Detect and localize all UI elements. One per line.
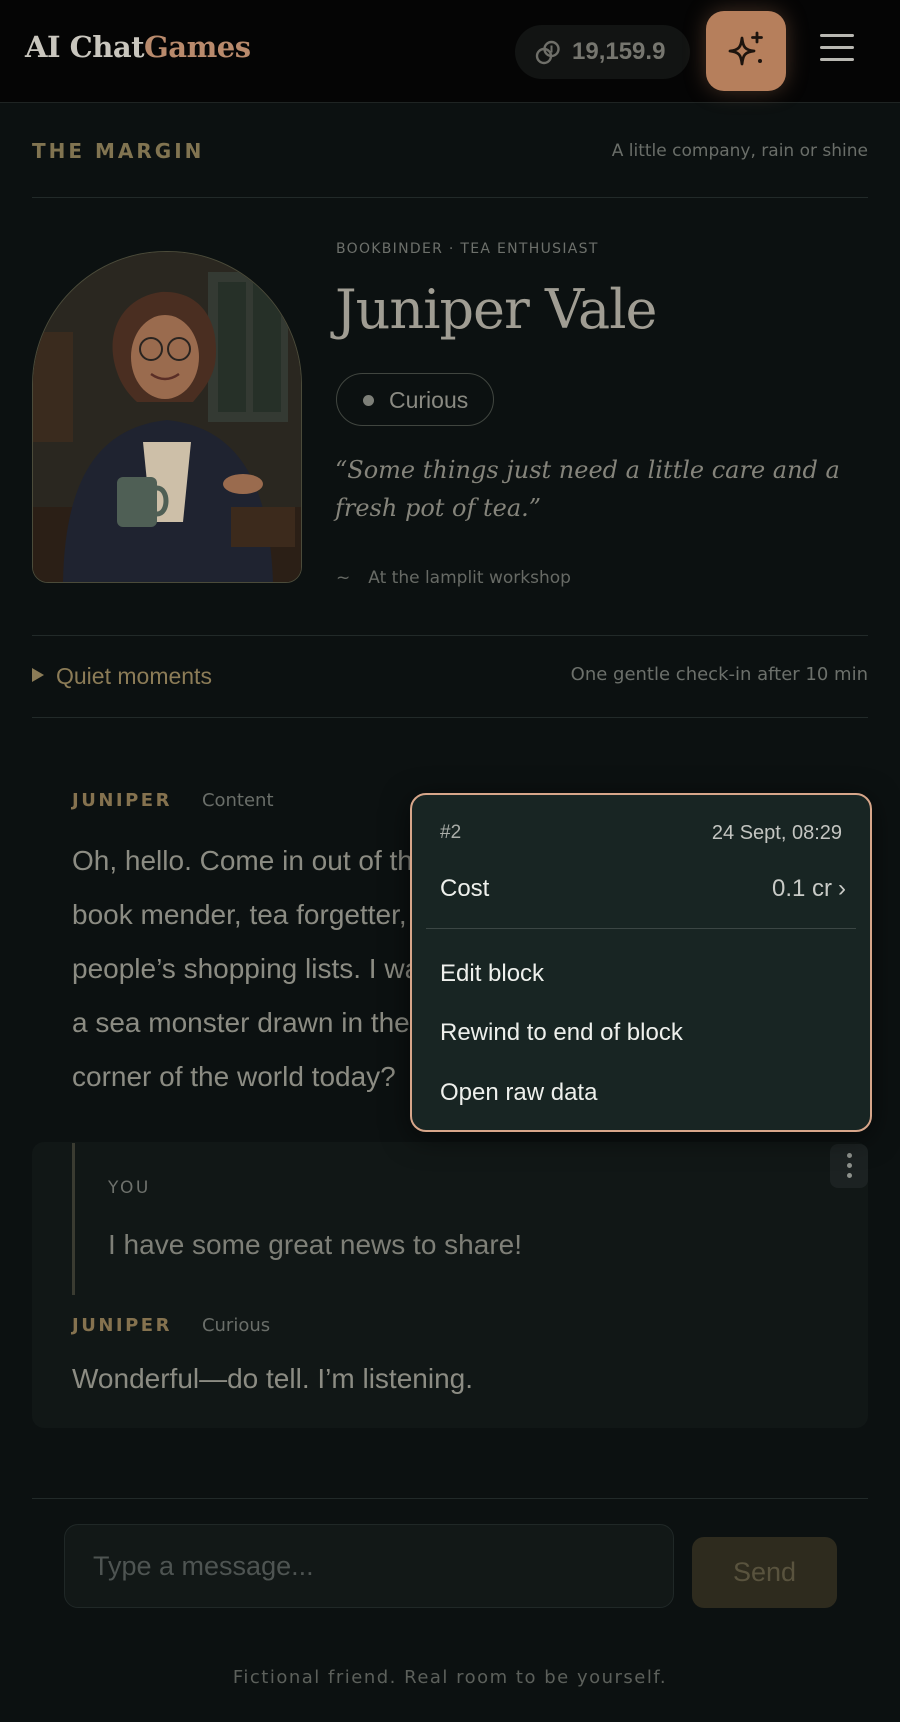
character-role: BOOKBINDER · TEA ENTHUSIAST	[336, 241, 599, 257]
sparkle-button[interactable]	[706, 11, 786, 91]
menu-item-edit-block[interactable]: Edit block	[440, 960, 544, 988]
footer-text: Fictional friend. Real room to be yourse…	[232, 1667, 668, 1688]
coins-icon	[535, 40, 560, 65]
credits-balance[interactable]: 19,159.9	[515, 25, 690, 79]
sparkle-icon	[728, 31, 763, 66]
app-logo[interactable]: AI ChatGames	[25, 30, 251, 64]
section-title: THE MARGIN	[32, 139, 205, 163]
character-name: Juniper Vale	[335, 278, 657, 341]
menu-item-open-raw-data[interactable]: Open raw data	[440, 1079, 597, 1107]
cost-label[interactable]: Cost	[440, 875, 489, 903]
block-context-menu: #2 24 Sept, 08:29 Cost 0.1 cr › Edit blo…	[410, 793, 872, 1132]
menu-divider	[426, 928, 856, 929]
mood-badge: Curious	[336, 373, 494, 426]
message-header: JUNIPER Curious	[72, 1315, 270, 1336]
chevron-right-icon[interactable]: ›	[838, 875, 846, 903]
speaker-emotion: Curious	[201, 1315, 271, 1336]
quiet-moments-toggle[interactable]: Quiet moments	[32, 663, 212, 690]
mood-label: Curious	[389, 387, 469, 413]
block-timestamp: 24 Sept, 08:29	[711, 822, 842, 844]
location-text: At the lamplit workshop	[368, 568, 571, 588]
more-options-icon[interactable]	[830, 1144, 868, 1188]
menu-item-rewind[interactable]: Rewind to end of block	[440, 1019, 683, 1047]
location-icon: ~	[336, 568, 351, 588]
hamburger-menu-icon[interactable]	[820, 34, 854, 68]
divider	[32, 717, 868, 718]
credits-amount: 19,159.9	[572, 38, 666, 65]
top-bar: AI ChatGames 19,159.9	[0, 0, 900, 103]
speaker-emotion: Content	[201, 790, 274, 811]
divider	[32, 197, 868, 198]
speaker-name: JUNIPER	[72, 1315, 172, 1336]
block-id: #2	[440, 822, 462, 843]
send-button[interactable]: Send	[692, 1537, 837, 1608]
divider	[32, 1498, 868, 1499]
user-message-bar	[72, 1143, 75, 1295]
portrait-illustration	[33, 252, 301, 582]
message-input[interactable]	[64, 1524, 674, 1608]
user-message-text: I have some great news to share!	[108, 1229, 522, 1260]
cost-value[interactable]: 0.1 cr	[772, 875, 832, 903]
section-tagline: A little company, rain or shine	[611, 141, 868, 161]
logo-main: AI Chat	[25, 30, 145, 64]
triangle-right-icon	[32, 668, 44, 682]
message-text: Wonderful—do tell. I’m listening.	[72, 1363, 473, 1394]
character-portrait	[32, 251, 302, 583]
divider	[32, 635, 868, 636]
mood-dot-icon	[363, 395, 374, 406]
logo-accent: Games	[144, 30, 251, 64]
character-location: ~ At the lamplit workshop	[336, 568, 571, 588]
user-label: YOU	[108, 1178, 151, 1198]
quiet-moments-label: Quiet moments	[56, 663, 212, 689]
quiet-moments-note: One gentle check-in after 10 min	[570, 664, 868, 685]
speaker-name: JUNIPER	[72, 790, 172, 811]
message-header: JUNIPER Content	[72, 790, 274, 811]
character-quote: “Some things just need a little care and…	[335, 456, 840, 522]
